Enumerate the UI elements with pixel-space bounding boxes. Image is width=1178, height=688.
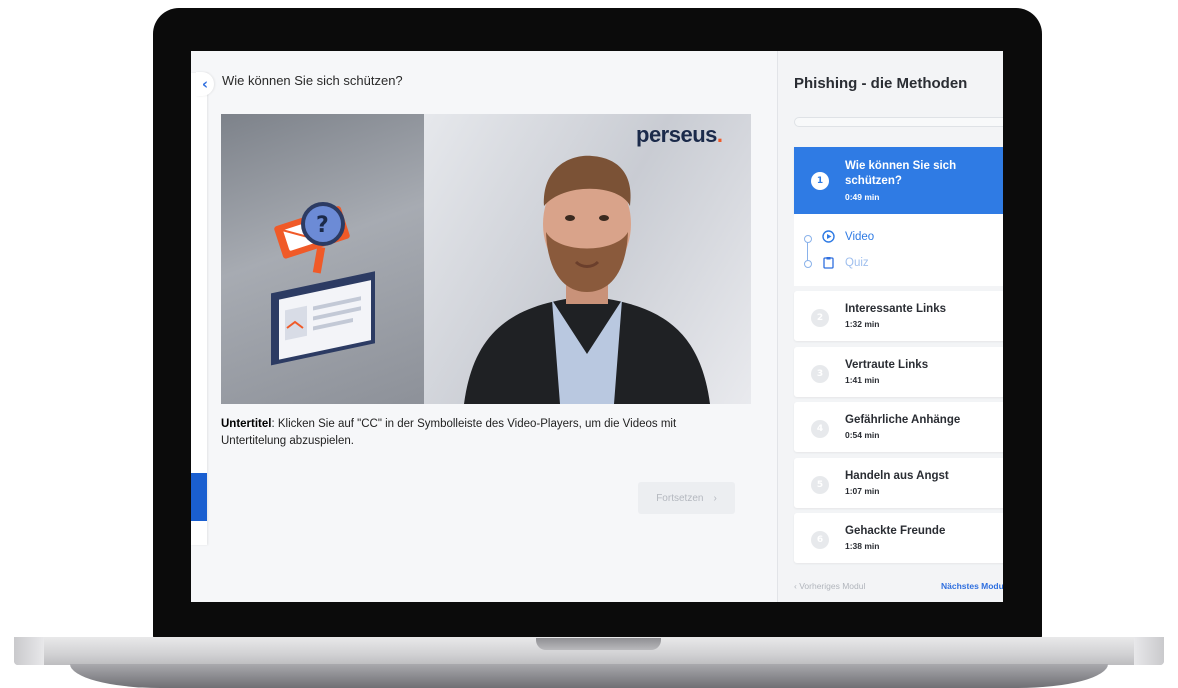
perseus-logo: perseus.: [636, 122, 723, 147]
laptop-screen: ‹ Wie können Sie sich schützen? ? perseu…: [191, 51, 1003, 602]
clipboard-icon: [823, 257, 834, 269]
next-module-link[interactable]: Nächstes Modul: [941, 581, 1003, 591]
phishing-illustration: ?: [271, 202, 375, 366]
sub-item-quiz[interactable]: Quiz: [822, 256, 869, 269]
laptop-hinge-notch: [536, 638, 661, 650]
video-presenter-panel: perseus.: [424, 114, 751, 404]
lesson-item-duration: 1:41 min: [845, 375, 880, 385]
lesson-item-title: Gehackte Freunde: [845, 525, 946, 537]
lesson-item-duration: 0:49 min: [845, 192, 880, 202]
sub-item-label: Quiz: [845, 256, 869, 269]
lesson-item-duration: 1:07 min: [845, 486, 880, 496]
play-circle-icon: [822, 230, 835, 243]
lesson-number-badge: 6: [811, 531, 829, 549]
lesson-number-badge: 3: [811, 365, 829, 383]
lesson-number-badge: 2: [811, 309, 829, 327]
lesson-item-title: Handeln aus Angst: [845, 470, 949, 482]
svg-text:?: ?: [316, 213, 329, 238]
lesson-content: ‹ Wie können Sie sich schützen? ? perseu…: [191, 51, 777, 602]
module-progress-bar: [794, 117, 1003, 127]
lesson-number-badge: 5: [811, 476, 829, 494]
continue-button-label: Fortsetzen: [656, 492, 704, 504]
lesson-item-title: Vertraute Links: [845, 359, 929, 371]
sub-item-dot: [804, 235, 812, 243]
laptop-base-bottom: [70, 664, 1108, 688]
continue-button[interactable]: Fortsetzen ›: [638, 482, 735, 514]
lesson-item-5[interactable]: 5 Handeln aus Angst 1:07 min: [794, 458, 1003, 508]
lesson-item-6[interactable]: 6 Gehackte Freunde 1:38 min: [794, 513, 1003, 563]
lesson-item-title: Gefährliche Anhänge: [845, 414, 961, 426]
browser-window-icon: [271, 271, 375, 366]
lesson-item-4[interactable]: 4 Gefährliche Anhänge 0:54 min: [794, 402, 1003, 452]
sub-item-dot: [804, 260, 812, 268]
lesson-item-title: Wie können Sie sich schützen?: [845, 160, 957, 187]
previous-module-label: Vorheriges Modul: [799, 581, 866, 591]
module-title: Phishing - die Methoden: [794, 75, 968, 92]
laptop-base-edge-right: [1134, 637, 1164, 665]
lesson-item-1[interactable]: 1 Wie können Sie sich schützen? 0:49 min: [794, 147, 1003, 214]
lesson-number-badge: 4: [811, 420, 829, 438]
chevron-left-icon: ‹: [201, 75, 209, 93]
back-button[interactable]: ‹: [196, 72, 214, 96]
lesson-item-3[interactable]: 3 Vertraute Links 1:41 min: [794, 347, 1003, 397]
video-player[interactable]: ? perseus.: [221, 114, 751, 404]
sidebar-collapse-strip[interactable]: [191, 73, 207, 545]
lesson-sub-items: Video Quiz: [794, 214, 1003, 286]
subtitle-hint-text: : Klicken Sie auf "CC" in der Symbolleis…: [221, 418, 677, 447]
lesson-item-title: Interessante Links: [845, 303, 946, 315]
magnifier-icon: ?: [301, 202, 345, 274]
laptop-base-edge-left: [14, 637, 44, 665]
lesson-item-2[interactable]: 2 Interessante Links 1:32 min: [794, 291, 1003, 341]
previous-module-link[interactable]: ‹ Vorheriges Modul: [794, 581, 865, 591]
lesson-item-duration: 1:38 min: [845, 541, 880, 551]
collapse-strip-accent: [191, 473, 207, 521]
module-sidebar: Phishing - die Methoden 1 Wie können Sie…: [777, 51, 1003, 602]
presenter-figure: [464, 155, 710, 404]
video-illustration-panel: ?: [221, 114, 424, 404]
subtitle-hint-label: Untertitel: [221, 418, 272, 430]
lesson-item-duration: 0:54 min: [845, 430, 880, 440]
lesson-title: Wie können Sie sich schützen?: [222, 73, 403, 88]
chevron-right-icon: ›: [713, 492, 717, 504]
subtitle-hint: Untertitel: Klicken Sie auf "CC" in der …: [221, 416, 741, 450]
sub-item-video[interactable]: Video: [822, 230, 874, 243]
lesson-item-duration: 1:32 min: [845, 319, 880, 329]
sub-item-label: Video: [845, 230, 875, 243]
lesson-number-badge: 1: [811, 172, 829, 190]
